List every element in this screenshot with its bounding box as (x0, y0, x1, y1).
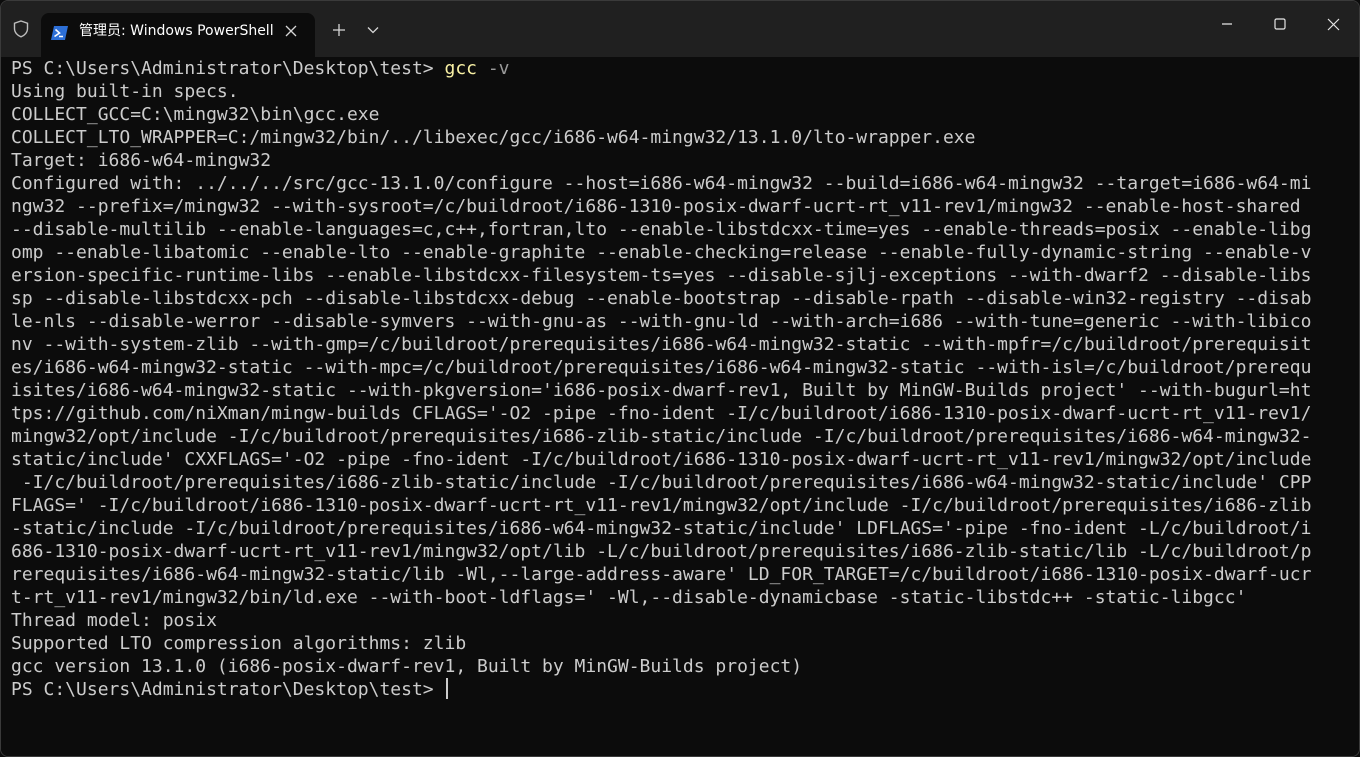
command-line: PS C:\Users\Administrator\Desktop\test> … (11, 57, 510, 80)
command: gcc (444, 58, 477, 79)
output-line: COLLECT_GCC=C:\mingw32\bin\gcc.exe (11, 104, 380, 125)
output-line: nv --with-system-zlib --with-gmp=/c/buil… (11, 334, 1312, 355)
output-line: mingw32/opt/include -I/c/buildroot/prere… (11, 426, 1312, 447)
output-line: --disable-multilib --enable-languages=c,… (11, 219, 1312, 240)
text-cursor (446, 678, 449, 699)
minimize-icon[interactable] (1201, 1, 1253, 47)
close-icon[interactable] (1307, 1, 1359, 47)
prompt: PS C:\Users\Administrator\Desktop\test> (11, 58, 445, 79)
output-line: le-nls --disable-werror --disable-symver… (11, 311, 1312, 332)
output-line: Supported LTO compression algorithms: zl… (11, 633, 467, 654)
maximize-icon[interactable] (1254, 1, 1306, 47)
output-line: static/include' CXXFLAGS='-O2 -pipe -fno… (11, 449, 1312, 470)
output-line: es/i686-w64-mingw32-static --with-mpc=/c… (11, 357, 1312, 378)
output-line: gcc version 13.1.0 (i686-posix-dwarf-rev… (11, 656, 803, 677)
output-line: Using built-in specs. (11, 81, 239, 102)
output-line: rerequisites/i686-w64-mingw32-static/lib… (11, 564, 1312, 585)
title-bar: 管理员: Windows PowerShell (1, 1, 1359, 57)
output-line: Thread model: posix (11, 610, 217, 631)
output-line: FLAGS=' -I/c/buildroot/i686-1310-posix-d… (11, 495, 1312, 516)
output-line: ngw32 --prefix=/mingw32 --with-sysroot=/… (11, 196, 1301, 217)
plus-icon[interactable] (325, 16, 353, 44)
output-line: sp --disable-libstdcxx-pch --disable-lib… (11, 288, 1312, 309)
powershell-icon (51, 25, 69, 41)
prompt: PS C:\Users\Administrator\Desktop\test> (11, 679, 445, 700)
output-line: -I/c/buildroot/prerequisites/i686-zlib-s… (11, 472, 1312, 493)
close-icon[interactable] (281, 21, 301, 41)
output-line: Target: i686-w64-mingw32 (11, 150, 272, 171)
output-line: t-rt_v11-rev1/mingw32/bin/ld.exe --with-… (11, 587, 1247, 608)
output-line: Configured with: ../../../src/gcc-13.1.0… (11, 173, 1312, 194)
chevron-down-icon[interactable] (361, 16, 385, 44)
output-line: 686-1310-posix-dwarf-ucrt-rt_v11-rev1/mi… (11, 541, 1312, 562)
shield-icon[interactable] (11, 19, 31, 39)
terminal-window: 管理员: Windows PowerShell PS C:\Users\Admi… (0, 0, 1360, 757)
output-line: -static/include -I/c/buildroot/prerequis… (11, 518, 1312, 539)
output-line: omp --enable-libatomic --enable-lto --en… (11, 242, 1312, 263)
output-line: isites/i686-w64-mingw32-static --with-pk… (11, 380, 1312, 401)
command-argument: -v (477, 58, 510, 79)
tab-title: 管理员: Windows PowerShell (79, 23, 274, 39)
output-line: ersion-specific-runtime-libs --enable-li… (11, 265, 1312, 286)
output-line: tps://github.com/niXman/mingw-builds CFL… (11, 403, 1312, 424)
final-prompt-line[interactable]: PS C:\Users\Administrator\Desktop\test> (11, 678, 449, 701)
tab-powershell[interactable]: 管理员: Windows PowerShell (41, 13, 315, 57)
terminal-output[interactable]: PS C:\Users\Administrator\Desktop\test> … (1, 57, 1359, 756)
output-line: COLLECT_LTO_WRAPPER=C:/mingw32/bin/../li… (11, 127, 976, 148)
